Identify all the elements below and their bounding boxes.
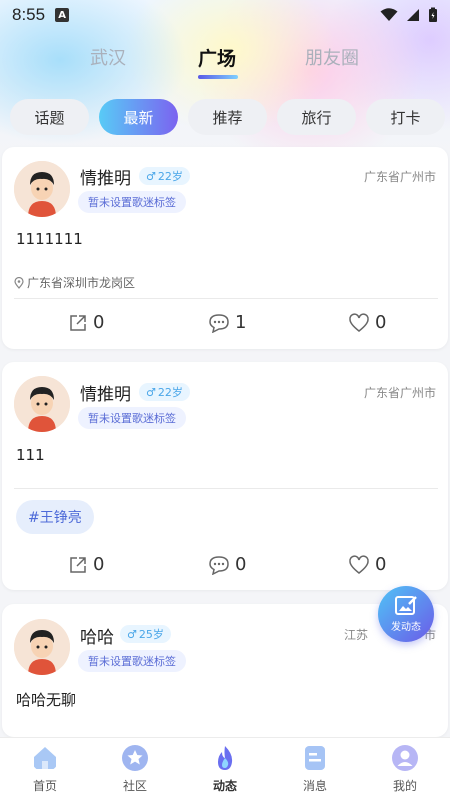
share-icon: [70, 314, 86, 331]
username[interactable]: 情推明: [80, 380, 131, 405]
active-tab-indicator: [198, 75, 238, 79]
post-text: 哈哈无聊: [16, 691, 77, 709]
divider: [14, 298, 438, 299]
status-time: 8:55: [12, 5, 46, 24]
gender-age-badge: ♂ 22岁: [139, 167, 190, 185]
comment-icon: [209, 555, 229, 575]
share-button[interactable]: 0: [68, 312, 104, 333]
comment-count: 1: [235, 312, 247, 333]
flame-icon: [218, 746, 233, 770]
signal-icon: [407, 9, 419, 21]
chip-latest[interactable]: 最新: [99, 99, 178, 135]
gender-age-badge: ♂ 25岁: [120, 625, 171, 643]
chip-travel[interactable]: 旅行: [277, 99, 356, 135]
user-location: 广东省广州市: [363, 170, 436, 184]
username[interactable]: 情推明: [80, 164, 131, 189]
category-chips: 话题 最新 推荐 旅行 打卡: [10, 99, 450, 135]
comment-count: 0: [235, 554, 247, 575]
tab-friends-circle[interactable]: 朋友圈: [305, 44, 359, 70]
comment-button[interactable]: 0: [208, 554, 246, 575]
location-pin-icon: [14, 276, 24, 289]
user-location: 广东省广州市: [363, 386, 436, 400]
share-icon: [70, 556, 86, 573]
like-count: 0: [375, 554, 387, 575]
status-icons: [380, 7, 438, 23]
topic-tag[interactable]: #王铮亮: [16, 500, 94, 534]
male-icon: ♂: [146, 169, 156, 183]
post-card[interactable]: 情推明 ♂ 22岁 暂未设置歌迷标签 广东省广州市 1111111 广东省深圳市龙…: [2, 147, 448, 349]
comment-icon: [209, 313, 229, 333]
post-text: 111: [16, 446, 45, 464]
music-tag-badge: 暂未设置歌迷标签: [78, 191, 186, 213]
heart-icon: [349, 312, 369, 332]
avatar[interactable]: [14, 161, 70, 217]
post-card[interactable]: 情推明 ♂ 22岁 暂未设置歌迷标签 广东省广州市 111 #王铮亮 0 0 0: [2, 362, 448, 590]
fab-label: 发动态: [391, 622, 421, 633]
post-dynamic-button[interactable]: 发动态: [378, 586, 434, 642]
nav-messages[interactable]: 消息: [270, 738, 360, 800]
share-count: 0: [93, 312, 105, 333]
profile-icon: [392, 745, 418, 771]
battery-icon: [429, 7, 437, 22]
like-count: 0: [375, 312, 387, 333]
chip-checkin[interactable]: 打卡: [366, 99, 445, 135]
status-bar: 8:55 A: [0, 0, 450, 30]
post-text: 1111111: [16, 230, 83, 248]
like-button[interactable]: 0: [348, 554, 386, 575]
male-icon: ♂: [146, 385, 156, 399]
music-tag-badge: 暂未设置歌迷标签: [78, 650, 186, 672]
comment-button[interactable]: 1: [208, 312, 246, 333]
username[interactable]: 哈哈: [80, 623, 114, 648]
divider: [14, 488, 438, 489]
city-tabs: 武汉 广场 朋友圈: [0, 44, 450, 80]
share-button[interactable]: 0: [68, 554, 104, 575]
heart-icon: [349, 554, 369, 574]
music-tag-badge: 暂未设置歌迷标签: [78, 407, 186, 429]
edit-image-icon: [395, 596, 417, 615]
chip-recommended[interactable]: 推荐: [188, 99, 267, 135]
post-location: 广东省深圳市龙岗区: [14, 274, 135, 291]
wifi-icon: [380, 8, 398, 21]
tab-square[interactable]: 广场: [198, 44, 236, 71]
gender-age-badge: ♂ 22岁: [139, 383, 190, 401]
avatar[interactable]: [14, 376, 70, 432]
nav-community[interactable]: 社区: [90, 738, 180, 800]
nav-home[interactable]: 首页: [0, 738, 90, 800]
share-count: 0: [93, 554, 105, 575]
male-icon: ♂: [127, 627, 137, 641]
home-icon: [34, 747, 56, 769]
bottom-nav: 首页 社区 动态 消息 我的: [0, 737, 450, 800]
chip-topics[interactable]: 话题: [10, 99, 89, 135]
tab-wuhan[interactable]: 武汉: [90, 44, 126, 70]
nav-dynamics[interactable]: 动态: [180, 738, 270, 800]
user-location: 江苏: [343, 628, 368, 642]
avatar[interactable]: [14, 619, 70, 675]
notification-a-icon: A: [55, 8, 70, 22]
message-icon: [305, 746, 325, 770]
star-icon: [122, 745, 148, 771]
nav-profile[interactable]: 我的: [360, 738, 450, 800]
like-button[interactable]: 0: [348, 312, 386, 333]
